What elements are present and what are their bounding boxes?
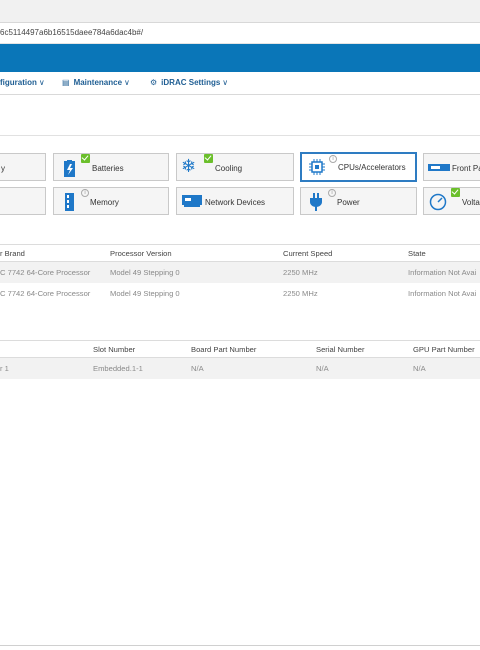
- settings-icon: ⚙: [150, 78, 158, 87]
- tile-network-devices-label: Network Devices: [205, 198, 266, 207]
- status-ok-icon: [204, 154, 213, 163]
- power-plug-icon: [310, 193, 322, 211]
- status-ok-icon: [451, 188, 460, 197]
- table-row[interactable]: C 7742 64-Core Processor Model 49 Steppi…: [0, 283, 480, 304]
- tile-voltages[interactable]: Volta: [423, 187, 480, 215]
- tile-cooling-label: Cooling: [215, 164, 243, 173]
- tile-memory[interactable]: i Memory: [53, 187, 169, 215]
- tile-front-panel-label: Front Pa: [452, 164, 480, 173]
- gauge-icon: [429, 193, 447, 211]
- status-info-icon: i: [329, 155, 337, 163]
- status-info-icon: i: [81, 189, 89, 197]
- table-cell: C 7742 64-Core Processor: [0, 289, 91, 298]
- page-bottom-border: [0, 645, 480, 646]
- tile-batteries[interactable]: Batteries: [53, 153, 169, 181]
- nav-configuration[interactable]: figuration ∨: [0, 78, 45, 87]
- table-cell: C 7742 64-Core Processor: [0, 268, 91, 277]
- table-cell: 2250 MHz: [283, 289, 318, 298]
- front-panel-icon: [428, 164, 450, 171]
- nav-configuration-label: figuration: [0, 78, 37, 87]
- table-cell: N/A: [316, 364, 329, 373]
- snowflake-icon: ❄: [181, 156, 197, 176]
- table-cell: Model 49 Stepping 0: [110, 289, 180, 298]
- chevron-down-icon: ∨: [38, 78, 45, 87]
- table-cell: Model 49 Stepping 0: [110, 268, 180, 277]
- column-header[interactable]: Current Speed: [283, 249, 332, 258]
- tile-voltages-label: Volta: [462, 198, 480, 207]
- column-header[interactable]: Board Part Number: [191, 345, 256, 354]
- status-info-icon: i: [328, 189, 336, 197]
- column-header[interactable]: Serial Number: [316, 345, 365, 354]
- tile-blank[interactable]: [0, 187, 46, 215]
- tile-inventory-label: y: [1, 164, 5, 173]
- chevron-down-icon: ∨: [222, 78, 229, 87]
- table-cell: Embedded.1-1: [93, 364, 143, 373]
- tile-batteries-label: Batteries: [92, 164, 124, 173]
- tile-memory-label: Memory: [90, 198, 119, 207]
- cpu-icon: [309, 159, 325, 175]
- tile-power-label: Power: [337, 198, 360, 207]
- memory-icon: [65, 193, 74, 211]
- table-cell: Information Not Avai: [408, 289, 477, 298]
- tile-cpus-accelerators[interactable]: i CPUs/Accelerators: [300, 152, 417, 182]
- browser-tab-strip: [0, 0, 480, 23]
- battery-icon: [64, 160, 75, 177]
- table-cell: N/A: [191, 364, 204, 373]
- maintenance-icon: ▤: [62, 78, 70, 87]
- processor-table-header: r Brand Processor Version Current Speed …: [0, 244, 480, 262]
- status-ok-icon: [81, 154, 90, 163]
- accelerator-table-header: Slot Number Board Part Number Serial Num…: [0, 340, 480, 358]
- address-bar-url[interactable]: 6c5114497a6b16515daee784a6dac4b#/: [0, 28, 143, 37]
- network-card-icon: [182, 195, 202, 207]
- column-header[interactable]: r Brand: [0, 249, 25, 258]
- tile-front-panel[interactable]: Front Pa: [423, 153, 480, 181]
- tile-inventory[interactable]: y: [0, 153, 46, 181]
- table-row[interactable]: r 1 Embedded.1-1 N/A N/A N/A: [0, 358, 480, 379]
- table-cell: Information Not Avai: [408, 268, 477, 277]
- table-cell: N/A: [413, 364, 426, 373]
- tile-cpus-accelerators-label: CPUs/Accelerators: [338, 163, 406, 172]
- table-cell: r 1: [0, 364, 9, 373]
- column-header[interactable]: GPU Part Number: [413, 345, 475, 354]
- nav-idrac-settings[interactable]: ⚙ iDRAC Settings ∨: [150, 78, 228, 87]
- nav-idrac-settings-label: iDRAC Settings: [161, 78, 221, 87]
- section-divider: [0, 135, 480, 136]
- table-row[interactable]: C 7742 64-Core Processor Model 49 Steppi…: [0, 262, 480, 283]
- nav-maintenance[interactable]: ▤ Maintenance ∨: [62, 78, 130, 87]
- top-nav: figuration ∨ ▤ Maintenance ∨ ⚙ iDRAC Setting…: [0, 72, 480, 95]
- address-bar[interactable]: 6c5114497a6b16515daee784a6dac4b#/: [0, 23, 480, 44]
- column-header[interactable]: Processor Version: [110, 249, 172, 258]
- tile-cooling[interactable]: ❄ Cooling: [176, 153, 294, 181]
- processor-table: r Brand Processor Version Current Speed …: [0, 244, 480, 304]
- tile-power[interactable]: i Power: [300, 187, 417, 215]
- nav-maintenance-label: Maintenance: [73, 78, 123, 87]
- table-cell: 2250 MHz: [283, 268, 318, 277]
- accelerator-table: Slot Number Board Part Number Serial Num…: [0, 340, 480, 379]
- column-header[interactable]: State: [408, 249, 426, 258]
- column-header[interactable]: Slot Number: [93, 345, 135, 354]
- header-banner: [0, 44, 480, 72]
- chevron-down-icon: ∨: [124, 78, 130, 87]
- tile-network-devices[interactable]: Network Devices: [176, 187, 294, 215]
